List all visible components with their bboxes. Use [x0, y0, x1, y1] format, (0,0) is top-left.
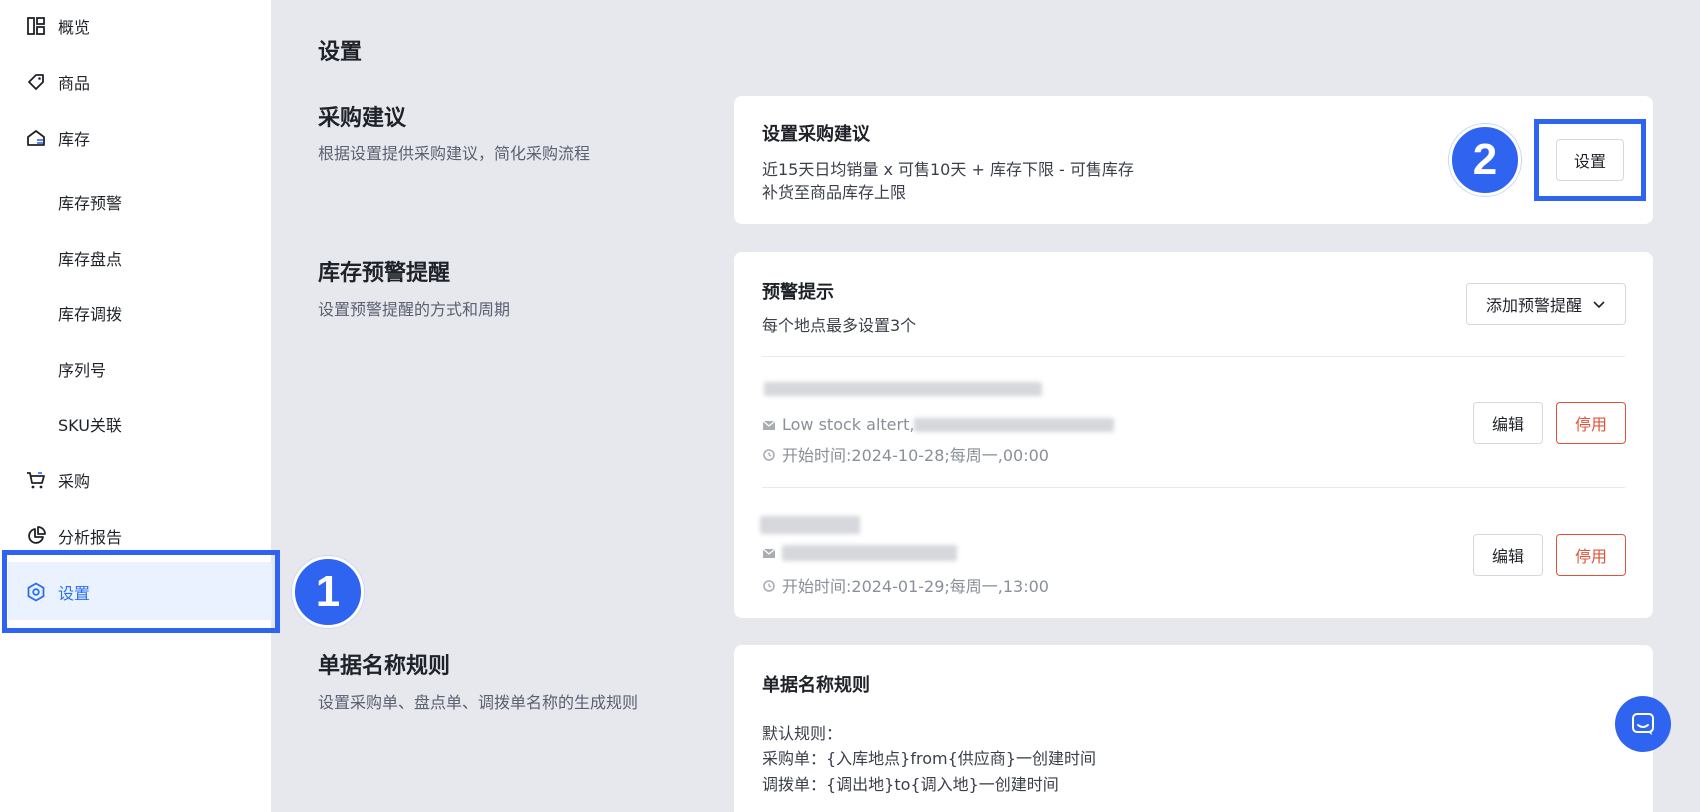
sidebar-item-products[interactable]: 商品: [0, 60, 271, 104]
alert-schedule-row: 开始时间:2024-01-29;每周一,13:00: [762, 573, 1049, 597]
disable-alert-button[interactable]: 停用: [1556, 534, 1626, 576]
sidebar-item-label: 库存调拨: [58, 305, 123, 324]
highlight-box-settings-button: [1534, 119, 1646, 201]
purchase-formula-note: 补货至商品库存上限: [762, 183, 907, 202]
section-desc-alert: 设置预警提醒的方式和周期: [318, 300, 511, 319]
sidebar-item-label: 库存: [58, 130, 91, 149]
divider: [762, 487, 1625, 488]
alert-email-row: [762, 545, 957, 561]
step-2-badge: 2: [1449, 124, 1521, 196]
section-title-naming: 单据名称规则: [318, 654, 451, 679]
sidebar-item-label: 序列号: [58, 361, 107, 380]
purchase-formula: 近15天日均销量 x 可售10天 + 库存下限 - 可售库存: [762, 160, 1134, 179]
section-desc-naming: 设置采购单、盘点单、调拨单名称的生成规则: [318, 693, 639, 712]
cart-icon: [27, 472, 45, 489]
edit-alert-button[interactable]: 编辑: [1473, 534, 1543, 576]
disable-alert-button[interactable]: 停用: [1556, 402, 1626, 444]
alert-email-text: Low stock altert,: [782, 415, 915, 434]
default-rule-label: 默认规则：: [762, 724, 843, 743]
sidebar-item-label: 商品: [58, 74, 91, 93]
warehouse-icon: [27, 130, 45, 146]
redacted-rule-name: [760, 516, 860, 534]
sidebar-item-label: 库存盘点: [58, 250, 123, 269]
section-desc-purchase: 根据设置提供采购建议，简化采购流程: [318, 144, 591, 163]
sidebar-item-stocktake[interactable]: 库存盘点: [0, 236, 271, 280]
sidebar-item-label: SKU关联: [58, 416, 122, 435]
card-title: 单据名称规则: [762, 675, 870, 696]
step-1-badge: 1: [292, 556, 364, 628]
alarm-clock-icon: [763, 580, 775, 592]
mail-icon: [762, 420, 776, 430]
alarm-clock-icon: [763, 449, 775, 461]
chat-support-button[interactable]: [1615, 696, 1671, 752]
sidebar-item-label: 分析报告: [58, 528, 123, 547]
divider: [762, 356, 1625, 357]
alert-start-time: 开始时间:2024-01-29;每周一,13:00: [782, 577, 1049, 596]
alert-email-row: Low stock altert,: [762, 415, 1115, 434]
section-title-purchase: 采购建议: [318, 106, 407, 131]
edit-alert-button[interactable]: 编辑: [1473, 402, 1543, 444]
alert-start-time: 开始时间:2024-10-28;每周一,00:00: [782, 446, 1049, 465]
alert-schedule-row: 开始时间:2024-10-28;每周一,00:00: [762, 442, 1049, 466]
chevron-down-icon: [1593, 301, 1605, 309]
sidebar-item-label: 采购: [58, 472, 91, 491]
card-title: 设置采购建议: [762, 124, 870, 145]
inventory-alert-card: 预警提示 每个地点最多设置3个 添加预警提醒 Low stock altert,…: [734, 252, 1653, 618]
sidebar-item-overview[interactable]: 概览: [0, 4, 271, 48]
redacted-email: [782, 545, 957, 561]
transfer-order-rule: 调拨单：{调出地}to{调入地}一创建时间: [762, 775, 1059, 794]
highlight-box-settings: [2, 550, 280, 633]
pie-chart-icon: [28, 526, 46, 544]
purchase-order-rule: 采购单：{入库地点}from{供应商}一创建时间: [762, 749, 1096, 768]
naming-rule-card: 单据名称规则 默认规则： 采购单：{入库地点}from{供应商}一创建时间 调拨…: [734, 645, 1653, 812]
redacted-rule-name: [764, 382, 1042, 396]
sidebar-item-serial-number[interactable]: 序列号: [0, 347, 271, 391]
redacted-email: [914, 417, 1115, 432]
chat-icon: [1632, 713, 1654, 735]
sidebar-item-inventory-alert[interactable]: 库存预警: [0, 180, 271, 224]
mail-icon: [762, 548, 776, 558]
tag-icon: [28, 74, 44, 90]
sidebar-item-purchase[interactable]: 采购: [0, 458, 271, 502]
alert-limit-note: 每个地点最多设置3个: [762, 316, 917, 335]
card-title: 预警提示: [762, 282, 834, 303]
page-title: 设置: [318, 40, 363, 65]
sidebar-item-transfer[interactable]: 库存调拨: [0, 291, 271, 335]
add-alert-button[interactable]: 添加预警提醒: [1466, 283, 1626, 325]
sidebar-item-label: 库存预警: [58, 194, 123, 213]
sidebar-item-sku-link[interactable]: SKU关联: [0, 402, 271, 446]
sidebar-item-inventory[interactable]: 库存: [0, 116, 271, 160]
section-title-alert: 库存预警提醒: [318, 261, 451, 286]
sidebar-item-label: 概览: [58, 18, 91, 37]
add-alert-label: 添加预警提醒: [1485, 296, 1582, 315]
dashboard-icon: [27, 17, 45, 35]
sidebar: 概览 商品 库存 库存预警 库存盘点 库存调拨 序列号 SKU关联 采购 分析报…: [0, 0, 272, 812]
